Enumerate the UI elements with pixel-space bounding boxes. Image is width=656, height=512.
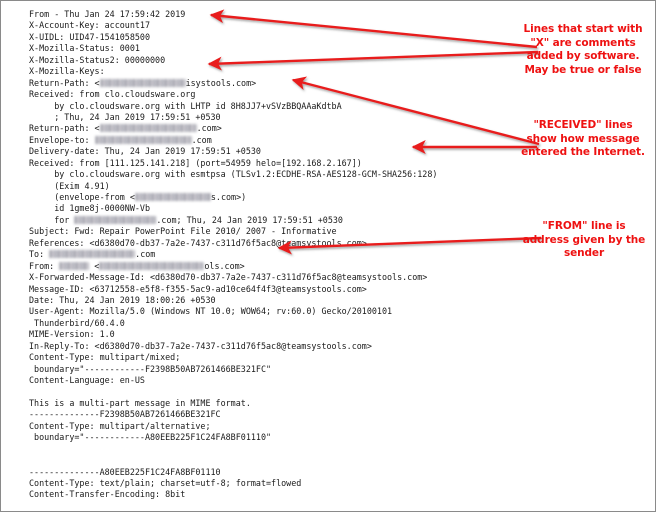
header-line: ; Thu, 24 Jan 2019 17:59:51 +0530	[29, 111, 221, 122]
header-line: From: < ols.com>	[29, 261, 469, 272]
header-line: boundary="------------A80EEB225F1C24FA8B…	[29, 432, 272, 443]
header-line-text: s.com>)	[210, 192, 247, 202]
header-line: Delivery-date: Thu, 24 Jan 2019 17:59:51…	[29, 146, 261, 157]
header-line: Subject: Fwd: Repair PowerPoint File 201…	[29, 226, 337, 237]
header-line: To: .com	[29, 249, 469, 260]
redacted-address	[99, 261, 205, 270]
header-line-text: Envelope-to:	[29, 134, 95, 145]
header-line-text: isystools.com>	[185, 77, 257, 88]
header-line: X-Mozilla-Status: 0001	[29, 43, 140, 54]
header-line: This is a multi-part message in MIME for…	[29, 397, 251, 408]
redacted-address	[134, 193, 211, 201]
header-line: Thunderbird/60.4.0	[29, 317, 125, 328]
header-line: From - Thu Jan 24 17:59:42 2019	[29, 9, 186, 19]
header-line-text: ols.com>	[204, 260, 245, 271]
header-line-text: .com	[135, 249, 156, 260]
redacted-address	[59, 261, 90, 270]
header-line: Envelope-to: .com	[29, 135, 469, 146]
annotated-email-header-screenshot: From - Thu Jan 24 17:59:42 2019 X-Account…	[0, 0, 656, 512]
header-line-text: Return-Path: <	[29, 77, 100, 88]
header-line: Received: from [111.125.141.218] (port=5…	[29, 157, 362, 168]
callout-x-headers: Lines that start with "X" are comments a…	[523, 23, 643, 76]
redacted-address	[99, 124, 197, 133]
header-line: Content-Type: text/plain; charset=utf-8;…	[29, 477, 302, 488]
header-line: Received: from clo.cloudsware.org	[29, 89, 196, 100]
header-line: MIME-Version: 1.0	[29, 329, 115, 340]
header-line: Content-Type: multipart/mixed;	[29, 352, 181, 363]
header-line: Content-Transfer-Encoding: 8bit	[29, 489, 186, 500]
header-line: Content-Language: en-US	[29, 375, 145, 385]
header-line-text: for	[29, 214, 75, 225]
header-line: by clo.cloudsware.org with esmtpsa (TLSv…	[29, 169, 438, 180]
callout-from-line: "FROM" line is address given by the send…	[522, 220, 646, 260]
header-line: --------------F2398B50AB7261466BE321FC	[29, 409, 221, 420]
redacted-address	[49, 250, 136, 259]
header-line: --------------A80EEB225F1C24FA8BF01110	[29, 466, 221, 477]
header-line-text: .com	[191, 134, 212, 145]
redacted-address	[74, 215, 157, 224]
header-line: Date: Thu, 24 Jan 2019 18:00:26 +0530	[29, 294, 216, 305]
header-line: Return-Path: < isystools.com>	[29, 78, 469, 89]
header-line-text: <	[89, 260, 100, 271]
header-line: References: <d6380d70-db37-7a2e-7437-c31…	[29, 237, 367, 248]
header-line: X-Account-Key: account17	[29, 20, 151, 31]
redacted-address	[99, 78, 186, 87]
header-line	[29, 455, 469, 466]
header-line: X-Mozilla-Status2: 00000000	[29, 54, 166, 65]
header-line	[29, 386, 469, 397]
header-line-text: (envelope-from <	[29, 192, 135, 202]
header-line: Message-ID: <63712558-e5f8-f355-5ac9-ad1…	[29, 283, 367, 294]
header-line: X-Mozilla-Keys:	[29, 66, 105, 77]
header-line: (Exim 4.91)	[29, 180, 110, 191]
header-line: boundary="------------F2398B50AB7261466B…	[29, 363, 272, 374]
header-line: X-UIDL: UID47-1541058500	[29, 31, 151, 42]
email-header-source-text: From - Thu Jan 24 17:59:42 2019 X-Account…	[29, 9, 469, 501]
header-line-text: To:	[29, 249, 50, 260]
header-line-text: .com; Thu, 24 Jan 2019 17:59:51 +0530	[156, 214, 343, 225]
header-line: Return-path: < .com>	[29, 123, 469, 134]
header-line: Content-Type: multipart/alternative;	[29, 420, 211, 431]
callout-received-lines: "RECEIVED" lines show how message entere…	[521, 119, 645, 159]
header-line-text: From:	[29, 260, 60, 271]
redacted-address	[94, 135, 192, 144]
header-line: for .com; Thu, 24 Jan 2019 17:59:51 +053…	[29, 215, 469, 226]
header-line: (envelope-from < s.com>)	[29, 192, 469, 203]
header-line-text: Return-path: <	[29, 123, 100, 134]
header-line-text: .com>	[196, 123, 222, 134]
header-line: id 1gme8j-0000NW-Vb	[29, 203, 151, 214]
header-line: User-Agent: Mozilla/5.0 (Windows NT 10.0…	[29, 306, 393, 317]
header-line: In-Reply-To: <d6380d70-db37-7a2e-7437-c3…	[29, 340, 372, 351]
header-line: X-Forwarded-Message-Id: <d6380d70-db37-7…	[29, 272, 428, 283]
header-line: by clo.cloudsware.org with LHTP id 8H8JJ…	[29, 100, 342, 111]
header-line	[29, 444, 469, 455]
